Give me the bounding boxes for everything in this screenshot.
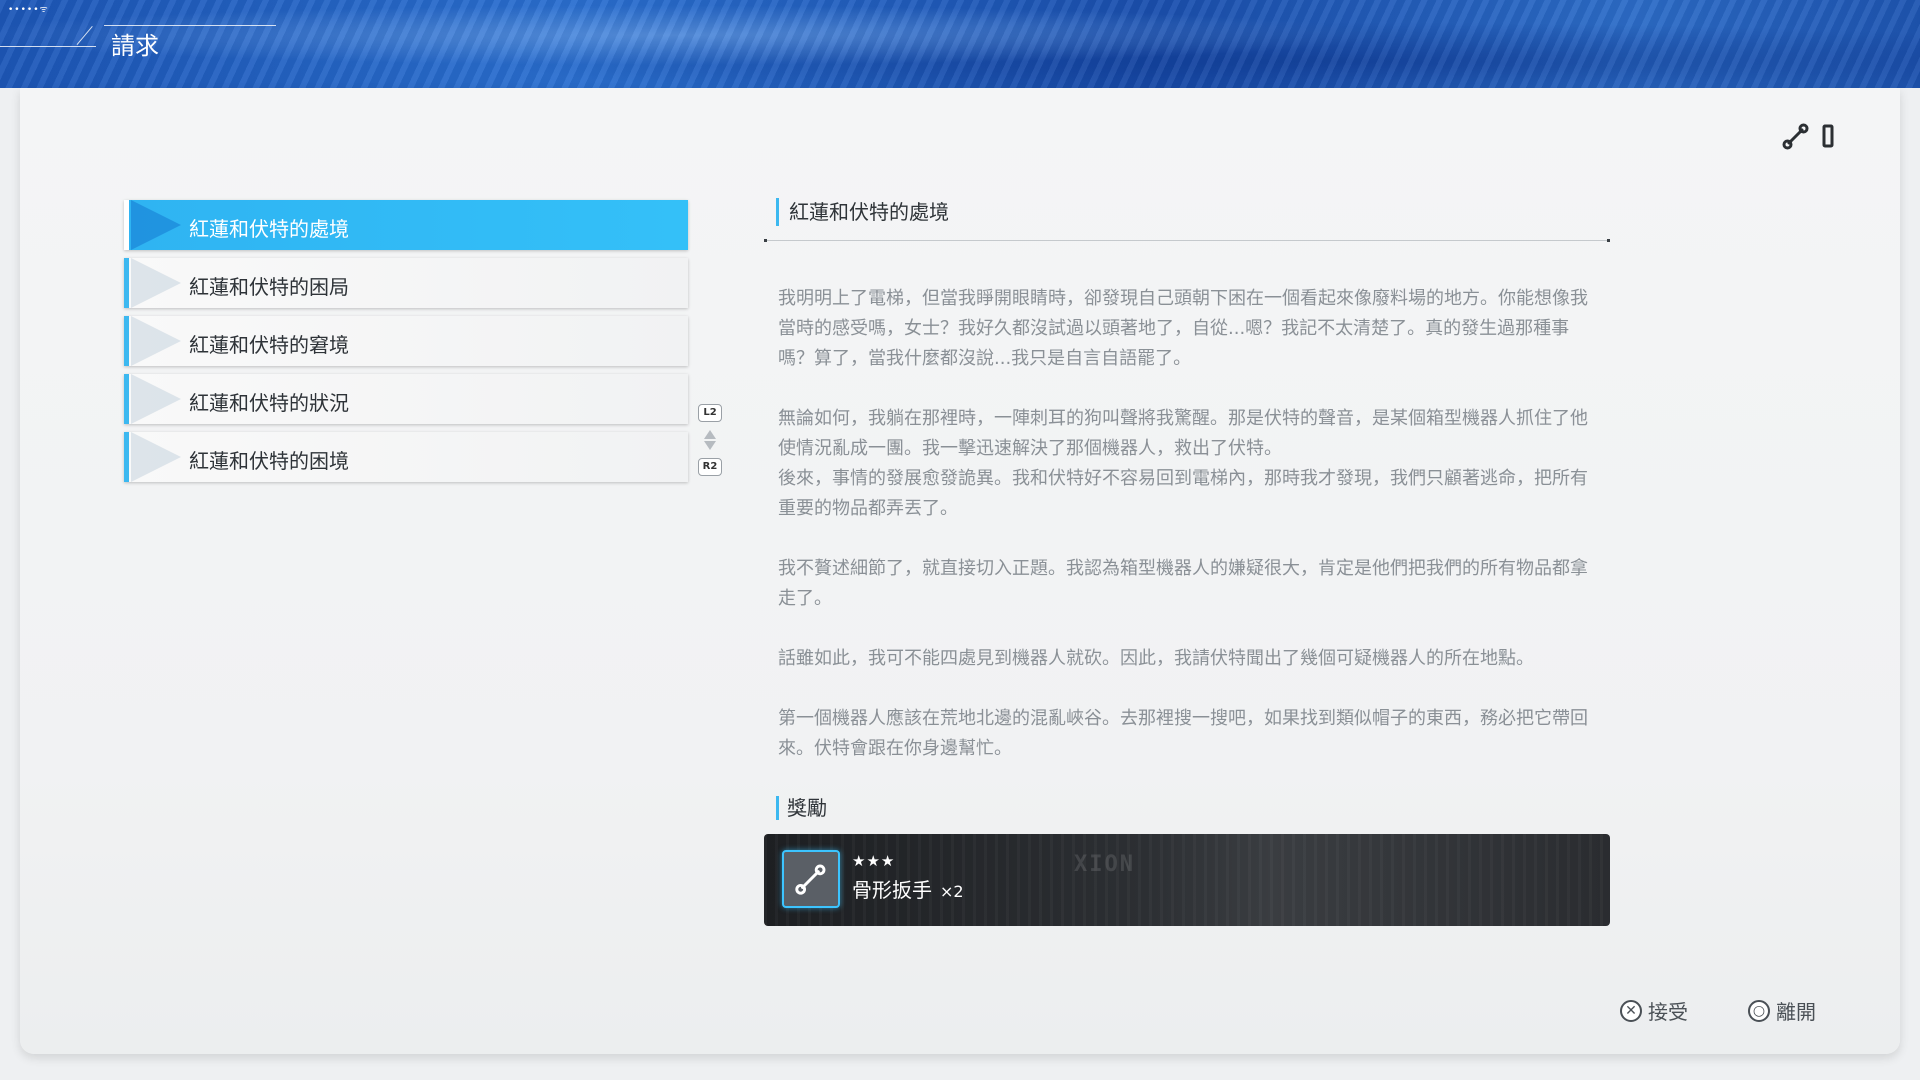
cross-button-icon: ✕ — [1620, 999, 1642, 1022]
reward-heading: 獎勵 — [776, 796, 827, 820]
quest-item-label: 紅蓮和伏特的困境 — [189, 449, 349, 473]
quest-item-marker — [131, 316, 181, 366]
l2-button-hint[interactable]: L2 — [698, 404, 722, 422]
quest-description: 我明明上了電梯，但當我睜開眼睛時，卻發現自己頭朝下困在一個看起來像廢料場的地方。… — [778, 284, 1602, 764]
description-paragraph: 第一個機器人應該在荒地北邊的混亂峽谷。去那裡搜一搜吧，如果找到類似帽子的東西，務… — [778, 708, 1588, 759]
leave-label: 離開 — [1776, 1000, 1816, 1024]
accept-prompt[interactable]: ✕ 接受 — [1620, 996, 1688, 1025]
quest-item-5[interactable]: 紅蓮和伏特的困境 — [124, 432, 688, 482]
quest-item-2[interactable]: 紅蓮和伏特的困局 — [124, 258, 688, 308]
description-paragraph: 我不贅述細節了，就直接切入正題。我認為箱型機器人的嫌疑很大，肯定是他們把我們的所… — [778, 558, 1588, 609]
reward-card: XION ★★★ 骨形扳手 ×2 — [764, 834, 1610, 926]
list-scroll-hints: L2 R2 — [698, 404, 724, 476]
quest-item-label: 紅蓮和伏特的窘境 — [189, 333, 349, 357]
reward-name: 骨形扳手 — [852, 878, 932, 902]
quest-item-1[interactable]: 紅蓮和伏特的處境 — [124, 200, 688, 250]
quest-item-marker — [131, 258, 181, 308]
description-paragraph: 我明明上了電梯，但當我睜開眼睛時，卻發現自己頭朝下困在一個看起來像廢料場的地方。… — [778, 288, 1588, 369]
quest-list: 紅蓮和伏特的處境 紅蓮和伏特的困局 紅蓮和伏特的窘境 紅蓮和伏特的狀況 紅蓮和伏… — [124, 200, 688, 490]
quest-item-marker — [131, 200, 181, 250]
quest-item-label: 紅蓮和伏特的處境 — [189, 217, 349, 241]
quest-item-3[interactable]: 紅蓮和伏特的窘境 — [124, 316, 688, 366]
leave-prompt[interactable]: ○ 離開 — [1748, 996, 1816, 1025]
reward-summary-icons — [1782, 122, 1834, 150]
detail-title: 紅蓮和伏特的處境 — [776, 198, 1610, 226]
reward-background-logo: XION — [1074, 852, 1135, 877]
quest-item-label: 紅蓮和伏特的困局 — [189, 275, 349, 299]
accept-label: 接受 — [1648, 1000, 1688, 1024]
reward-rarity: ★★★ — [852, 852, 896, 870]
bone-wrench-icon — [1782, 122, 1810, 150]
scroll-arrows-icon — [704, 430, 716, 450]
description-paragraph: 話雖如此，我可不能四處見到機器人就砍。因此，我請伏特聞出了幾個可疑機器人的所在地… — [778, 648, 1534, 669]
reward-item: 骨形扳手 ×2 — [852, 874, 964, 903]
header-divider — [0, 46, 96, 47]
bone-wrench-icon — [782, 850, 840, 908]
quest-item-4[interactable]: 紅蓮和伏特的狀況 — [124, 374, 688, 424]
detail-divider — [764, 239, 1610, 242]
description-paragraph: 無論如何，我躺在那裡時，一陣刺耳的狗叫聲將我驚醒。那是伏特的聲音，是某個箱型機器… — [778, 408, 1588, 519]
r2-button-hint[interactable]: R2 — [698, 458, 722, 476]
circle-button-icon: ○ — [1748, 999, 1770, 1022]
page-title: 請求 — [111, 32, 159, 60]
reward-quantity: ×2 — [940, 882, 964, 901]
quest-item-label: 紅蓮和伏特的狀況 — [189, 391, 349, 415]
quest-detail: 紅蓮和伏特的處境 — [764, 198, 1610, 242]
bar-icon — [1822, 124, 1834, 148]
signal-indicator: •••••ᯤ — [8, 5, 49, 15]
header-banner — [0, 0, 1920, 88]
quest-item-marker — [131, 374, 181, 424]
quest-item-marker — [131, 432, 181, 482]
